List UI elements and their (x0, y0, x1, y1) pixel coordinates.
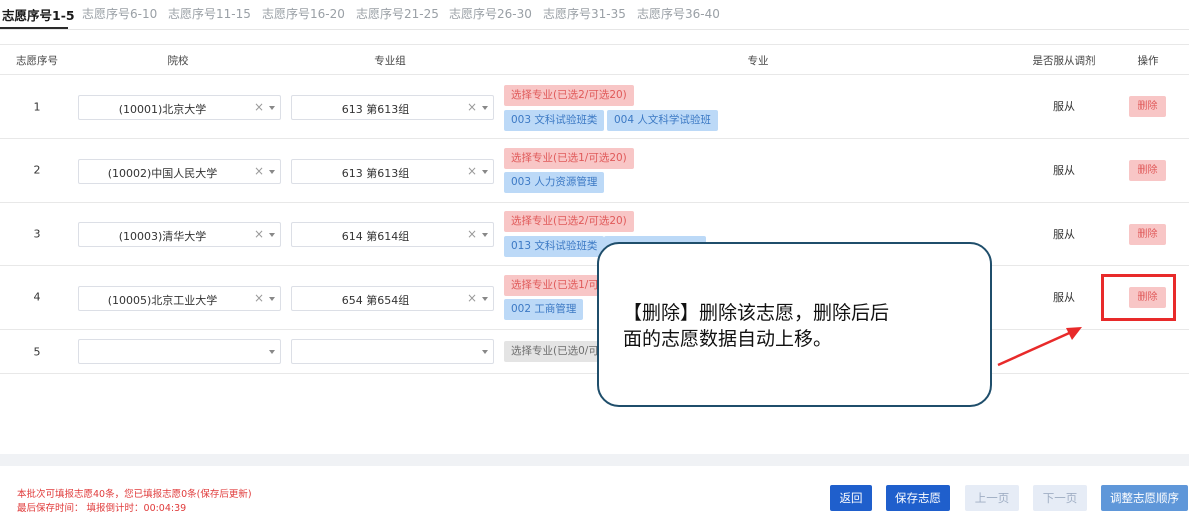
header-adjust: 是否服从调剂 (1032, 55, 1096, 67)
select-major-button[interactable]: 选择专业(已选1/可选20) (504, 148, 634, 169)
delete-button[interactable]: 删除 (1129, 160, 1166, 181)
next-page-button[interactable]: 下一页 (1033, 485, 1087, 511)
table-row: 3 (10003)清华大学 × 614 第614组 × 选择专业(已选2/可选2… (0, 203, 1189, 266)
adjust-value: 服从 (1053, 100, 1075, 113)
tab-26-30[interactable]: 志愿序号26-30 (449, 5, 532, 22)
clear-x-icon[interactable]: × (254, 100, 264, 114)
tab-bar: 志愿序号1-5 志愿序号6-10 志愿序号11-15 志愿序号16-20 志愿序… (0, 0, 1189, 30)
major-tag: 002 工商管理 (504, 299, 584, 320)
caret-down-icon (269, 233, 275, 237)
row-seq: 2 (33, 163, 41, 177)
header-group: 专业组 (374, 55, 406, 67)
header-school: 院校 (167, 55, 189, 67)
header-major: 专业 (747, 55, 769, 67)
callout-line-2: 面的志愿数据自动上移。 (623, 328, 833, 350)
school-select[interactable]: (10001)北京大学 × (78, 95, 281, 120)
quota-info: 本批次可填报志愿40条，您已填报志愿0条(保存后更新) (17, 489, 252, 500)
select-major-button[interactable]: 选择专业(已选0/可 (504, 341, 606, 362)
caret-down-icon (482, 106, 488, 110)
delete-button[interactable]: 删除 (1129, 96, 1166, 117)
group-select[interactable]: 654 第654组 × (291, 286, 494, 311)
school-select[interactable]: (10002)中国人民大学 × (78, 159, 281, 184)
header-seq: 志愿序号 (16, 55, 58, 67)
callout-bubble: 【删除】删除该志愿，删除后后 面的志愿数据自动上移。 (597, 242, 992, 407)
caret-down-icon (269, 106, 275, 110)
tab-31-35[interactable]: 志愿序号31-35 (543, 5, 626, 22)
reorder-button[interactable]: 调整志愿顺序 (1101, 485, 1188, 511)
footer-divider (0, 454, 1189, 466)
group-select[interactable] (291, 339, 494, 364)
tab-21-25[interactable]: 志愿序号21-25 (356, 5, 439, 22)
group-value: 613 第613组 (341, 167, 410, 180)
clear-x-icon[interactable]: × (467, 227, 477, 241)
clear-x-icon[interactable]: × (254, 164, 264, 178)
tab-36-40[interactable]: 志愿序号36-40 (637, 5, 720, 22)
major-tag: 003 人力资源管理 (504, 172, 605, 193)
caret-down-icon (482, 350, 488, 354)
clear-x-icon[interactable]: × (467, 164, 477, 178)
caret-down-icon (482, 297, 488, 301)
group-value: 613 第613组 (341, 103, 410, 116)
school-value: (10002)中国人民大学 (107, 167, 218, 180)
clear-x-icon[interactable]: × (467, 291, 477, 305)
caret-down-icon (482, 170, 488, 174)
select-major-button[interactable]: 选择专业(已选2/可选20) (504, 211, 634, 232)
caret-down-icon (269, 297, 275, 301)
prev-page-button[interactable]: 上一页 (965, 485, 1019, 511)
callout-text: 【删除】删除该志愿，删除后后 面的志愿数据自动上移。 (623, 300, 973, 352)
table-row: 2 (10002)中国人民大学 × 613 第613组 × 选择专业(已选1/可… (0, 139, 1189, 203)
group-select[interactable]: 613 第613组 × (291, 95, 494, 120)
tab-16-20[interactable]: 志愿序号16-20 (262, 5, 345, 22)
adjust-value: 服从 (1053, 228, 1075, 241)
group-value: 614 第614组 (341, 230, 410, 243)
major-tag: 013 文科试验班类 (504, 236, 605, 257)
group-select[interactable]: 613 第613组 × (291, 159, 494, 184)
select-major-button[interactable]: 选择专业(已选2/可选20) (504, 85, 634, 106)
select-major-button[interactable]: 选择专业(已选1/可 (504, 275, 606, 296)
school-value: (10003)清华大学 (118, 230, 207, 243)
school-value: (10005)北京工业大学 (107, 294, 218, 307)
row-seq: 3 (33, 227, 41, 241)
delete-highlight-box (1101, 274, 1176, 321)
adjust-value: 服从 (1053, 164, 1075, 177)
back-button[interactable]: 返回 (830, 485, 872, 511)
clear-x-icon[interactable]: × (254, 227, 264, 241)
save-button[interactable]: 保存志愿 (886, 485, 950, 511)
caret-down-icon (482, 233, 488, 237)
adjust-value: 服从 (1053, 291, 1075, 304)
table-row: 1 (10001)北京大学 × 613 第613组 × 选择专业(已选2/可选2… (0, 75, 1189, 139)
clear-x-icon[interactable]: × (254, 291, 264, 305)
row-seq: 4 (33, 290, 41, 304)
row-seq: 1 (33, 100, 41, 114)
delete-button[interactable]: 删除 (1129, 224, 1166, 245)
caret-down-icon (269, 170, 275, 174)
callout-line-1: 【删除】删除该志愿，删除后后 (623, 302, 890, 324)
save-time-info: 最后保存时间： 填报倒计时：00:04:39 (17, 503, 187, 514)
annotation-arrow (997, 327, 1082, 367)
school-value: (10001)北京大学 (118, 103, 207, 116)
tab-6-10[interactable]: 志愿序号6-10 (82, 5, 157, 22)
caret-down-icon (269, 350, 275, 354)
group-select[interactable]: 614 第614组 × (291, 222, 494, 247)
school-select[interactable]: (10005)北京工业大学 × (78, 286, 281, 311)
major-tag: 004 人文科学试验班 (607, 110, 718, 131)
active-tab-indicator (0, 27, 68, 29)
group-value: 654 第654组 (341, 294, 410, 307)
major-tag: 003 文科试验班类 (504, 110, 605, 131)
tab-1-5[interactable]: 志愿序号1-5 (2, 5, 75, 24)
clear-x-icon[interactable]: × (467, 100, 477, 114)
school-select[interactable]: (10003)清华大学 × (78, 222, 281, 247)
school-select[interactable] (78, 339, 281, 364)
header-action: 操作 (1137, 55, 1159, 67)
row-seq: 5 (33, 345, 41, 359)
tab-11-15[interactable]: 志愿序号11-15 (168, 5, 251, 22)
table-header: 志愿序号 院校 专业组 专业 是否服从调剂 操作 (0, 44, 1189, 75)
